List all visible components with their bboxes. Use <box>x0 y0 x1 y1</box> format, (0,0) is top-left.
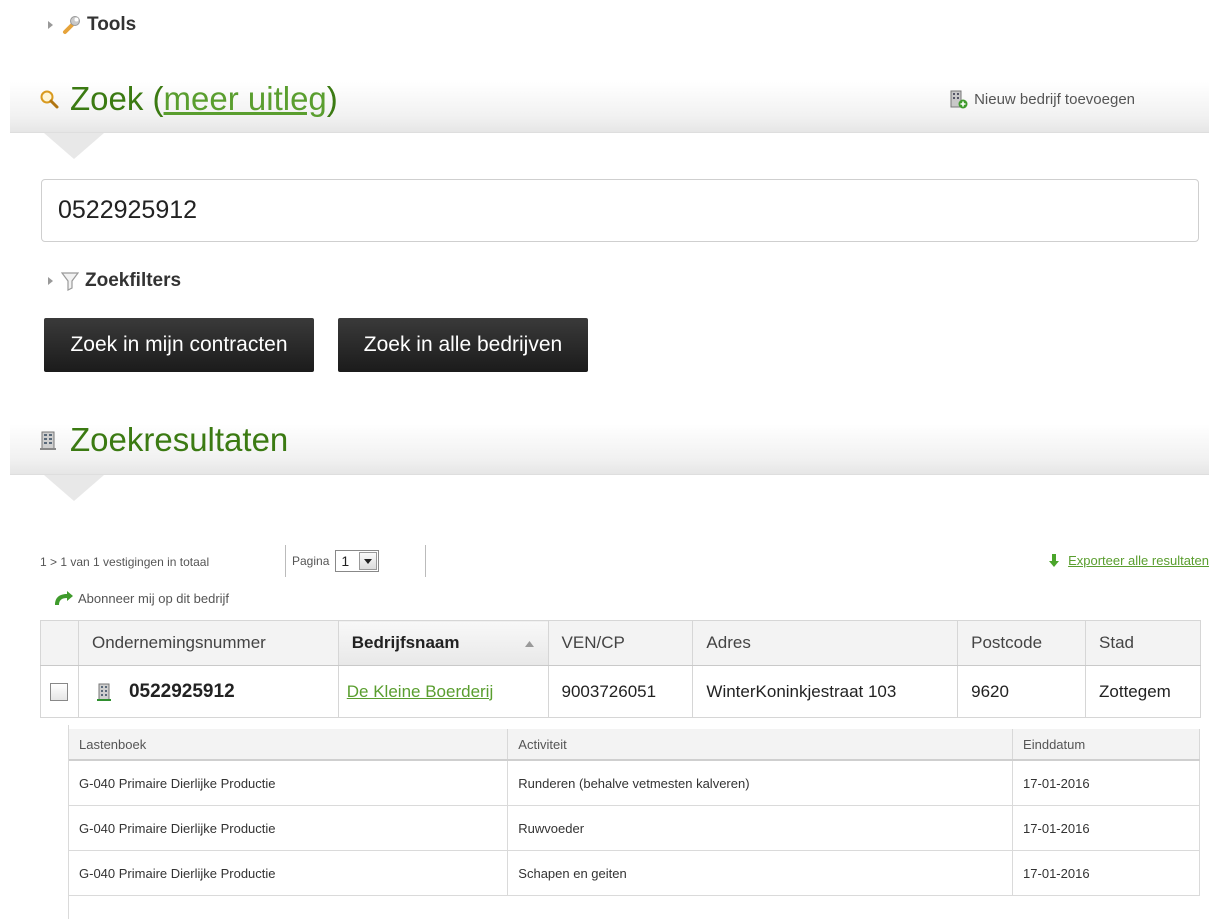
results-summary: 1 > 1 van 1 vestigingen in totaal <box>40 555 210 569</box>
results-table: Ondernemingsnummer Bedrijfsnaam VEN/CP A… <box>40 620 1201 718</box>
subscribe-arrow-icon <box>55 591 73 605</box>
search-input[interactable]: 0522925912 <box>41 179 1199 242</box>
cell-bedrijfsnaam: De Kleine Boerderij <box>337 665 549 718</box>
column-lastenboek: Lastenboek <box>69 729 509 761</box>
page-select[interactable]: 1 <box>335 550 380 572</box>
column-adres[interactable]: Adres <box>692 620 959 666</box>
tools-label: Tools <box>87 14 137 35</box>
row-select-cell <box>40 665 79 718</box>
cell-lastenboek: G-040 Primaire Dierlijke Productie <box>69 760 509 806</box>
search-title: Zoek (meer uitleg) <box>38 80 338 118</box>
export-all-results[interactable]: Exporteer alle resultaten <box>1048 553 1209 568</box>
company-number: 0522925912 <box>128 680 235 702</box>
row-checkbox[interactable] <box>50 682 68 701</box>
cell-postcode: 9620 <box>957 665 1087 718</box>
expand-arrow-icon <box>48 21 53 29</box>
sort-ascending-icon <box>524 641 534 647</box>
building-icon <box>40 431 56 450</box>
results-title-text: Zoekresultaten <box>70 421 289 458</box>
search-filters-label: Zoekfilters <box>85 270 182 291</box>
select-all-column <box>40 620 79 666</box>
subscribe-label: Abonneer mij op dit bedrijf <box>78 590 230 606</box>
column-einddatum: Einddatum <box>1012 729 1200 761</box>
cell-stad: Zottegem <box>1085 665 1201 718</box>
building-icon <box>96 683 111 701</box>
page-select-value: 1 <box>341 553 350 569</box>
cell-einddatum: 17-01-2016 <box>1012 760 1200 806</box>
cell-adres: WinterKoninkjestraat 103 <box>692 665 959 718</box>
column-postcode[interactable]: Postcode <box>957 620 1087 666</box>
wrench-icon <box>63 16 80 34</box>
tools-toggle[interactable]: Tools <box>48 14 136 36</box>
cell-activiteit: Ruwvoeder <box>507 805 1014 851</box>
results-table-header: Ondernemingsnummer Bedrijfsnaam VEN/CP A… <box>40 620 1201 666</box>
cell-ondernemingsnummer: 0522925912 <box>77 665 339 718</box>
cell-lastenboek: G-040 Primaire Dierlijke Productie <box>69 850 509 896</box>
subscribe-company[interactable]: Abonneer mij op dit bedrijf <box>52 590 229 606</box>
cell-activiteit: Schapen en geiten <box>507 850 1014 896</box>
search-filters-toggle[interactable]: Zoekfilters <box>48 270 181 292</box>
building-add-icon <box>950 90 968 109</box>
magnifier-icon <box>40 90 59 109</box>
table-row: G-040 Primaire Dierlijke Productie Runde… <box>69 760 1200 806</box>
column-activiteit: Activiteit <box>507 729 1014 761</box>
cell-lastenboek: G-040 Primaire Dierlijke Productie <box>69 805 509 851</box>
column-bedrijfsnaam-label: Bedrijfsnaam <box>351 633 460 652</box>
column-ven-cp[interactable]: VEN/CP <box>547 620 694 666</box>
search-title-suffix: ) <box>326 80 338 117</box>
details-table: Lastenboek Activiteit Einddatum G-040 Pr… <box>69 729 1200 896</box>
cell-einddatum: 17-01-2016 <box>1012 805 1200 851</box>
column-stad[interactable]: Stad <box>1085 620 1201 666</box>
cell-einddatum: 17-01-2016 <box>1012 850 1200 896</box>
chevron-down-icon <box>359 552 378 570</box>
new-company-button[interactable]: Nieuw bedrijf toevoegen <box>948 89 1135 109</box>
table-row: G-040 Primaire Dierlijke Productie Schap… <box>69 850 1200 896</box>
column-ondernemingsnummer[interactable]: Ondernemingsnummer <box>77 620 339 666</box>
search-input-value: 0522925912 <box>58 196 198 224</box>
page-label: Pagina <box>292 554 330 568</box>
company-name-link[interactable]: De Kleine Boerderij <box>347 682 493 701</box>
results-header-notch <box>44 475 104 501</box>
details-table-header: Lastenboek Activiteit Einddatum <box>69 729 1200 761</box>
search-title-prefix: Zoek ( <box>70 80 164 117</box>
new-company-label: Nieuw bedrijf toevoegen <box>974 90 1135 108</box>
filter-icon <box>61 272 79 291</box>
table-row: G-040 Primaire Dierlijke Productie Ruwvo… <box>69 805 1200 851</box>
search-my-contracts-button[interactable]: Zoek in mijn contracten <box>44 318 314 372</box>
search-header-notch <box>44 133 104 159</box>
expand-arrow-icon <box>48 277 53 285</box>
more-info-link[interactable]: meer uitleg <box>164 80 327 117</box>
pagination: Pagina 1 <box>285 545 426 577</box>
search-all-companies-button[interactable]: Zoek in alle bedrijven <box>338 318 588 372</box>
table-row[interactable]: 0522925912 De Kleine Boerderij 900372605… <box>40 665 1201 718</box>
results-title: Zoekresultaten <box>38 421 288 459</box>
column-bedrijfsnaam[interactable]: Bedrijfsnaam <box>337 620 549 666</box>
export-all-results-link[interactable]: Exporteer alle resultaten <box>1068 553 1209 568</box>
cell-activiteit: Runderen (behalve vetmesten kalveren) <box>507 760 1014 806</box>
download-arrow-icon <box>1049 553 1060 567</box>
cell-ven-cp: 9003726051 <box>547 665 694 718</box>
